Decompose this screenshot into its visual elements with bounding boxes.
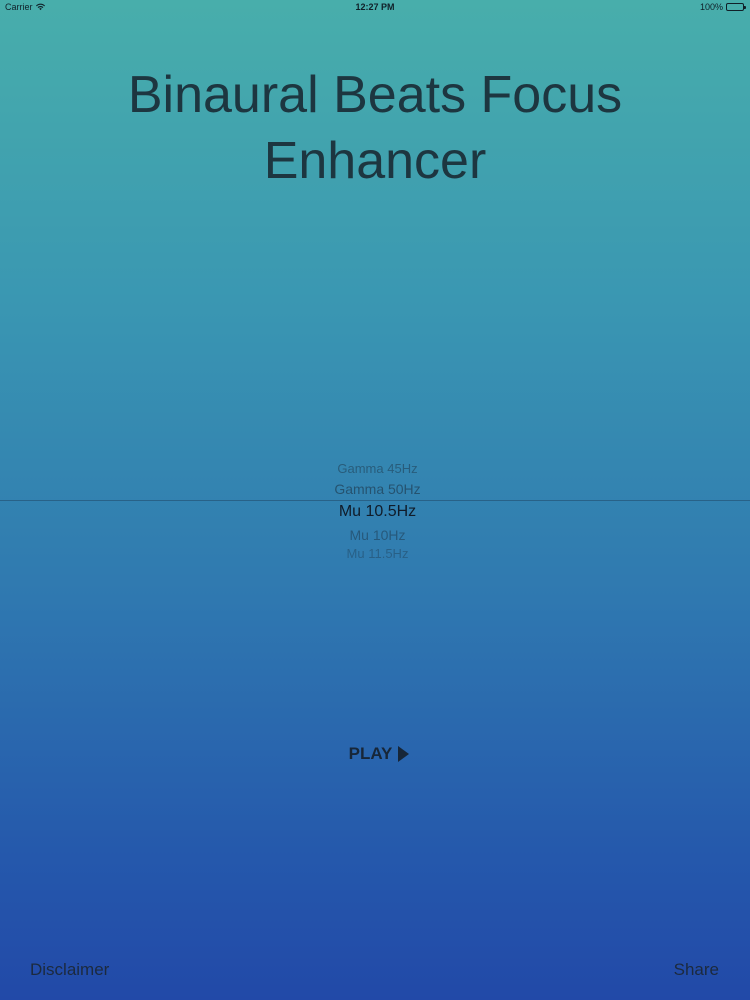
picker-item-faint-top [0,450,750,456]
play-triangle-icon [398,746,410,762]
share-link[interactable]: Share [674,960,719,980]
picker-item-selected[interactable]: Mu 10.5Hz [0,503,750,521]
picker-item[interactable]: Mu 11.5Hz [0,546,750,561]
frequency-picker[interactable]: Gamma 45Hz Gamma 50Hz Mu 10.5Hz Mu 10Hz … [0,448,750,578]
battery-percent: 100% [699,2,723,12]
play-label: PLAY [348,744,393,763]
title-line-1: Binaural Beats Focus [127,66,623,124]
picker-divider [0,500,750,501]
battery-icon [726,3,746,11]
status-bar: Carrier 12:27 PM 100% [0,0,750,16]
play-button[interactable]: PLAY [0,744,750,764]
app-title: Binaural Beats Focus Enhancer [0,62,750,194]
disclaimer-link[interactable]: Disclaimer [30,960,109,980]
title-line-2: Enhancer [263,132,487,190]
status-time: 12:27 PM [355,2,395,12]
picker-item[interactable]: Gamma 50Hz [0,481,750,497]
battery-indicator: 100% [699,2,746,12]
picker-item[interactable]: Gamma 45Hz [0,461,750,476]
picker-item[interactable]: Mu 10Hz [0,527,750,543]
